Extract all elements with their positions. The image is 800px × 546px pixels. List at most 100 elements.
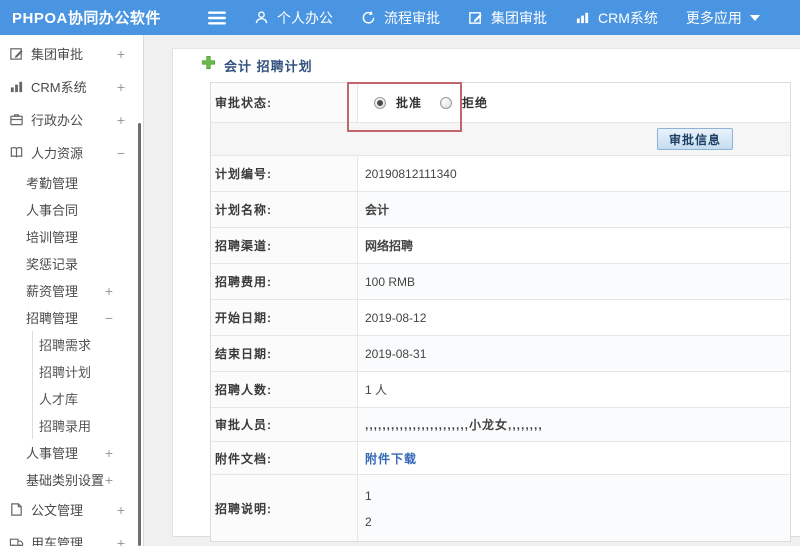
sidebar-item-rewards[interactable]: 奖惩记录	[0, 250, 143, 277]
field-value: 20190812111340	[365, 166, 457, 181]
table-row: 开始日期: 2019-08-12	[211, 300, 790, 336]
app-window: PHPOA协同办公软件 个人办公 流程审批 集团审批 CRM系统 更多应用 集团…	[0, 0, 800, 546]
data-rows: 计划编号: 20190812111340 计划名称: 会计 招聘渠道: 网络招聘…	[211, 156, 790, 541]
field-value: 2019-08-31	[358, 336, 790, 371]
field-value: 2019-08-12	[365, 310, 427, 325]
expand-icon[interactable]: +	[117, 536, 125, 546]
expand-icon[interactable]: +	[117, 47, 125, 61]
sidebar-item-hr[interactable]: 人力资源 −	[0, 136, 143, 169]
description-line: 2	[365, 515, 372, 529]
radio-reject[interactable]	[440, 96, 453, 109]
sidebar-item-official-doc[interactable]: 公文管理 +	[0, 493, 143, 526]
field-value: 100 RMB	[358, 264, 790, 299]
nav-process-approval[interactable]: 流程审批	[361, 8, 440, 28]
hamburger-menu-icon[interactable]	[208, 11, 226, 25]
sidebar-subtree: 招聘需求 招聘计划 人才库 招聘录用	[32, 331, 143, 439]
sidebar-scrollbar-thumb[interactable]	[138, 123, 141, 546]
sidebar-item-recruit-hire[interactable]: 招聘录用	[33, 412, 143, 439]
sidebar-item-label: 考勤管理	[26, 176, 79, 191]
bar-chart-icon	[9, 79, 24, 94]
sidebar-item-training[interactable]: 培训管理	[0, 223, 143, 250]
status-value-cell: 批准 拒绝	[358, 83, 790, 122]
radio-approve-label: 批准	[396, 96, 423, 110]
field-label: 招聘人数:	[211, 372, 358, 407]
attachment-download-link[interactable]: 附件下载	[365, 450, 417, 467]
field-value-cell: 附件下载	[358, 442, 790, 474]
field-label: 计划编号:	[211, 156, 358, 191]
field-label: 招聘渠道:	[211, 228, 358, 263]
sidebar-item-recruit-mgmt[interactable]: 招聘管理 −	[0, 304, 143, 331]
description-line: 1	[365, 489, 372, 503]
sidebar-item-label: 奖惩记录	[26, 257, 79, 272]
field-value: 网络招聘	[365, 239, 414, 253]
nav-more-apps[interactable]: 更多应用	[686, 8, 760, 28]
document-icon	[9, 502, 24, 517]
approval-form-table: 审批状态: 批准 拒绝 审批信息 计划编号: 20190812111340 计划…	[210, 82, 791, 542]
field-label: 审批状态:	[211, 83, 358, 122]
sidebar-item-label: 薪资管理	[26, 284, 79, 299]
table-row: 审批人员: ,,,,,,,,,,,,,,,,,,,,,,,,小龙女,,,,,,,…	[211, 408, 790, 442]
breadcrumb: 会计 招聘计划	[173, 49, 800, 81]
sidebar-item-crm[interactable]: CRM系统 +	[0, 70, 143, 103]
nav-label: 个人办公	[277, 9, 333, 26]
radio-approve[interactable]	[374, 96, 386, 109]
nav-crm-system[interactable]: CRM系统	[575, 8, 658, 28]
sidebar-item-label: 人才库	[39, 392, 79, 407]
nav-label: 流程审批	[384, 9, 440, 26]
nav-group-approval[interactable]: 集团审批	[468, 8, 547, 28]
status-radio-group: 批准 拒绝	[365, 94, 496, 111]
expand-icon[interactable]: +	[117, 503, 125, 517]
sidebar-item-group-approval[interactable]: 集团审批 +	[0, 37, 143, 70]
sidebar-item-salary[interactable]: 薪资管理 +	[0, 277, 143, 304]
sidebar-item-label: 人事管理	[26, 446, 79, 461]
expand-icon[interactable]: +	[105, 473, 113, 487]
sidebar-item-admin-office[interactable]: 行政办公 +	[0, 103, 143, 136]
sidebar-item-attendance[interactable]: 考勤管理	[0, 169, 143, 196]
top-nav: 个人办公 流程审批 集团审批 CRM系统 更多应用	[254, 8, 760, 28]
sidebar-item-personnel-mgmt[interactable]: 人事管理 +	[0, 439, 143, 466]
page-title: 会计 招聘计划	[224, 58, 313, 74]
sidebar-item-label: 人事合同	[26, 203, 79, 218]
sidebar-item-recruit-plan[interactable]: 招聘计划	[33, 358, 143, 385]
expand-icon[interactable]: +	[117, 80, 125, 94]
expand-icon[interactable]: +	[117, 113, 125, 127]
book-icon	[9, 145, 24, 160]
sidebar-item-label: 招聘计划	[39, 365, 92, 380]
sidebar-item-recruit-need[interactable]: 招聘需求	[33, 331, 143, 358]
nav-personal-office[interactable]: 个人办公	[254, 8, 333, 28]
sidebar: 集团审批 + CRM系统 + 行政办公 + 人力资源 − 考勤管理 人事合同 培…	[0, 35, 144, 546]
table-row: 招聘渠道: 网络招聘	[211, 228, 790, 264]
sidebar-item-vehicle[interactable]: 用车管理 +	[0, 526, 143, 546]
field-label: 招聘说明:	[211, 475, 358, 541]
field-label: 招聘费用:	[211, 264, 358, 299]
edit-square-icon	[9, 46, 24, 61]
sidebar-item-label: 人力资源	[31, 146, 84, 161]
nav-label: CRM系统	[598, 9, 658, 26]
caret-down-icon	[749, 14, 760, 21]
collapse-icon[interactable]: −	[105, 311, 113, 325]
sidebar-item-label: 用车管理	[31, 536, 84, 546]
field-value: 1 人	[365, 383, 388, 397]
sidebar-item-label: 培训管理	[26, 230, 79, 245]
main-content: 会计 招聘计划 审批状态: 批准 拒绝 审批信息 计划编号: 201908121…	[145, 35, 800, 546]
expand-icon[interactable]: +	[105, 446, 113, 460]
collapse-icon[interactable]: −	[117, 146, 125, 160]
field-label: 开始日期:	[211, 300, 358, 335]
table-row: 计划名称: 会计	[211, 192, 790, 228]
expand-icon[interactable]: +	[105, 284, 113, 298]
field-label: 审批人员:	[211, 408, 358, 441]
sidebar-item-label: 招聘管理	[26, 311, 79, 326]
field-value-cell: 1 2	[358, 475, 790, 541]
sidebar-item-base-category[interactable]: 基础类别设置 +	[0, 466, 143, 493]
sidebar-item-label: CRM系统	[31, 80, 87, 95]
table-row: 附件文档: 附件下载	[211, 442, 790, 475]
app-logo: PHPOA协同办公软件	[12, 10, 161, 27]
approval-info-button[interactable]: 审批信息	[656, 128, 733, 150]
process-icon	[361, 10, 376, 25]
sidebar-item-talent-pool[interactable]: 人才库	[33, 385, 143, 412]
sidebar-item-hr-contract[interactable]: 人事合同	[0, 196, 143, 223]
nav-label: 集团审批	[491, 9, 547, 26]
field-label: 结束日期:	[211, 336, 358, 371]
add-plus-icon[interactable]	[201, 55, 216, 75]
table-row: 计划编号: 20190812111340	[211, 156, 790, 192]
